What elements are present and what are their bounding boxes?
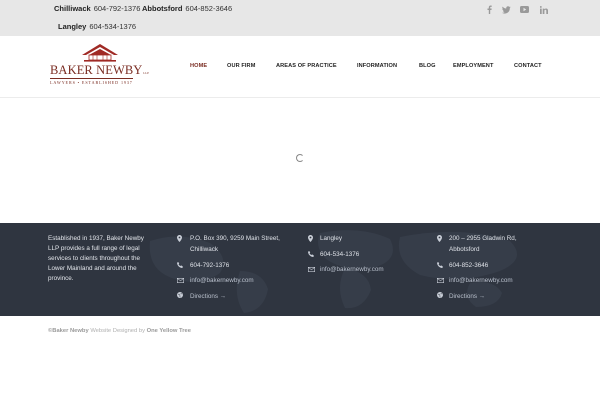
logo-tagline: LAWYERS • ESTABLISHED 1937 bbox=[50, 78, 133, 85]
map-marker-icon bbox=[308, 235, 313, 246]
copyright-owner-link[interactable]: ©Baker Newby bbox=[48, 328, 89, 334]
envelope-icon bbox=[177, 277, 185, 287]
abbotsford-address-line1: 200 – 2955 Gladwin Rd, bbox=[449, 235, 517, 242]
phone-icon bbox=[437, 262, 443, 272]
logo-wordmark: BAKER NEWBYLLP bbox=[50, 63, 150, 77]
nav-home[interactable]: HOME bbox=[190, 63, 207, 69]
envelope-icon bbox=[437, 277, 445, 287]
abbotsford-directions-link[interactable]: Directions → bbox=[449, 292, 485, 302]
top-bar: Chilliwack 604-792-1376 Abbotsford 604-852… bbox=[0, 0, 600, 36]
abbotsford-address-line2: Abbotsford bbox=[449, 246, 480, 253]
twitter-icon[interactable] bbox=[502, 5, 511, 14]
linkedin-icon[interactable] bbox=[539, 5, 548, 14]
copyright-line: ©Baker Newby Website Designed by One Yel… bbox=[48, 328, 191, 334]
map-marker-icon bbox=[437, 235, 442, 246]
phone-abbotsford: Abbotsford 604-852-3646 bbox=[142, 4, 233, 13]
phone-icon bbox=[177, 262, 183, 272]
globe-icon bbox=[177, 292, 183, 302]
loading-spinner-icon bbox=[296, 154, 304, 162]
nav-contact[interactable]: CONTACT bbox=[514, 63, 542, 69]
chilliwack-address-line1: P.O. Box 390, 9259 Main Street, bbox=[190, 235, 280, 242]
map-marker-icon bbox=[177, 235, 182, 246]
youtube-icon[interactable] bbox=[520, 5, 529, 14]
footer-about-text: Established in 1937, Baker Newby LLP pro… bbox=[48, 235, 144, 282]
chilliwack-address-line2: Chilliwack bbox=[190, 246, 218, 253]
phone-chilliwack: Chilliwack 604-792-1376 bbox=[54, 4, 141, 13]
nav-information[interactable]: INFORMATION bbox=[357, 63, 397, 69]
site-header: BAKER NEWBYLLP LAWYERS • ESTABLISHED 193… bbox=[0, 36, 600, 98]
designed-by-label: Website Designed by bbox=[90, 328, 145, 334]
chilliwack-phone[interactable]: 604-792-1376 bbox=[190, 261, 229, 271]
nav-blog[interactable]: BLOG bbox=[419, 63, 436, 69]
phone-langley: Langley 604-534-1376 bbox=[58, 22, 137, 31]
envelope-icon bbox=[308, 266, 316, 276]
nav-our-firm[interactable]: OUR FIRM bbox=[227, 63, 255, 69]
facebook-icon[interactable] bbox=[485, 5, 494, 14]
phone-icon bbox=[308, 251, 314, 261]
designer-link[interactable]: One Yellow Tree bbox=[147, 328, 191, 334]
house-logo-icon bbox=[82, 44, 118, 62]
nav-areas-of-practice[interactable]: AREAS OF PRACTICE bbox=[276, 63, 337, 69]
globe-icon bbox=[437, 292, 443, 302]
chilliwack-email-link[interactable]: info@bakernewby.com bbox=[190, 276, 254, 286]
langley-address: Langley bbox=[320, 235, 343, 242]
nav-employment[interactable]: EMPLOYMENT bbox=[453, 63, 493, 69]
chilliwack-directions-link[interactable]: Directions → bbox=[190, 292, 226, 302]
abbotsford-phone[interactable]: 604-852-3646 bbox=[449, 261, 488, 271]
langley-phone[interactable]: 604-534-1376 bbox=[320, 250, 359, 260]
langley-email-link[interactable]: info@bakernewby.com bbox=[320, 265, 384, 275]
abbotsford-email-link[interactable]: info@bakernewby.com bbox=[449, 276, 513, 286]
baker-newby-logo[interactable]: BAKER NEWBYLLP LAWYERS • ESTABLISHED 193… bbox=[50, 43, 152, 85]
